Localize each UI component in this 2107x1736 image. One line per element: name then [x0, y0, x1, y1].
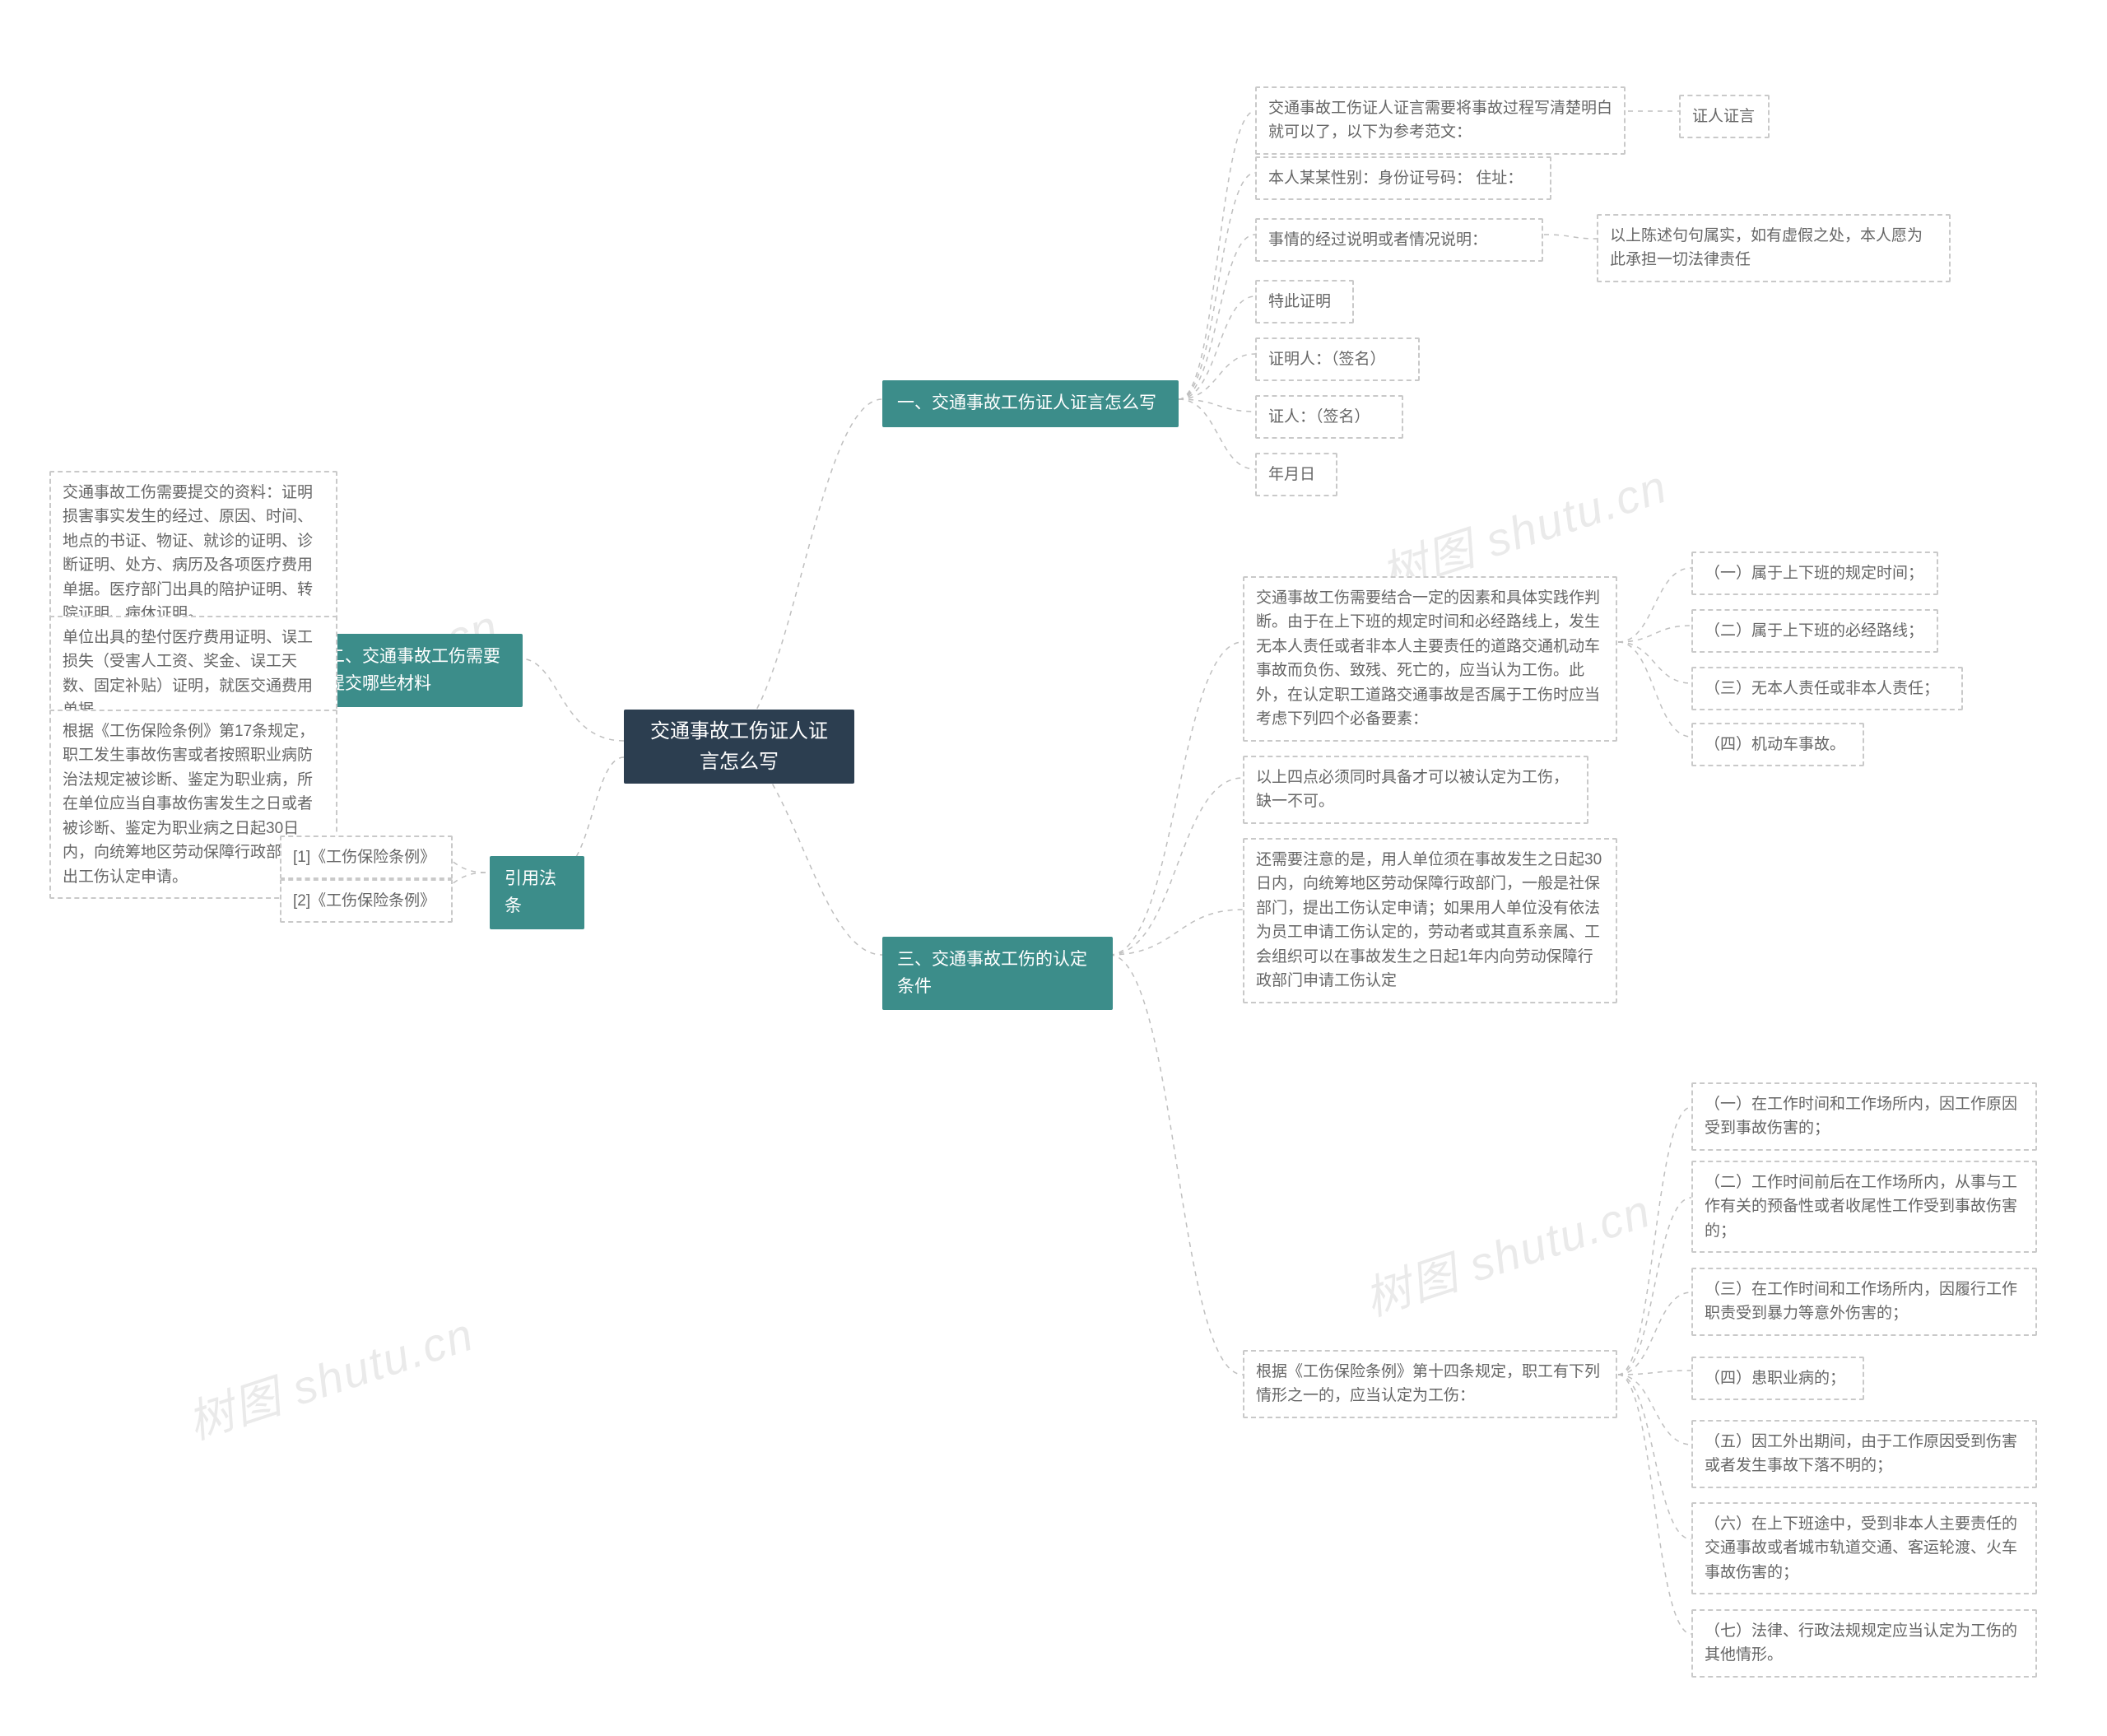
b3-l4-sub2-text: （二）工作时间前后在工作场所内，从事与工作有关的预备性或者收尾性工作受到事故伤害…: [1705, 1171, 2024, 1243]
b3-l4-sub5-text: （五）因工外出期间，由于工作原因受到伤害或者发生事故下落不明的；: [1705, 1430, 2024, 1478]
b3-l4-sub1[interactable]: （一）在工作时间和工作场所内，因工作原因受到事故伤害的；: [1691, 1082, 2037, 1151]
b3-l1-sub4-text: （四）机动车事故。: [1705, 733, 1845, 756]
b1-leaf-5[interactable]: 证明人：（签名）: [1255, 337, 1420, 381]
b3-leaf-1-text: 交通事故工伤需要结合一定的因素和具体实践作判断。由于在上下班的规定时间和必经路线…: [1256, 586, 1604, 732]
b3-l1-sub4[interactable]: （四）机动车事故。: [1691, 723, 1864, 766]
branch-1[interactable]: 一、交通事故工伤证人证言怎么写: [882, 380, 1179, 427]
b3-leaf-3-text: 还需要注意的是，用人单位须在事故发生之日起30日内，向统筹地区劳动保障行政部门，…: [1256, 848, 1604, 994]
b3-l4-sub3[interactable]: （三）在工作时间和工作场所内，因履行工作职责受到暴力等意外伤害的；: [1691, 1268, 2037, 1336]
b3-l1-sub1[interactable]: （一）属于上下班的规定时间；: [1691, 552, 1938, 595]
b3-l4-sub3-text: （三）在工作时间和工作场所内，因履行工作职责受到暴力等意外伤害的；: [1705, 1278, 2024, 1326]
b4-leaf-1-text: [1]《工伤保险条例》: [293, 845, 435, 869]
b1-leaf-3-sub[interactable]: 以上陈述句句属实，如有虚假之处，本人愿为此承担一切法律责任: [1597, 214, 1951, 282]
root-node[interactable]: 交通事故工伤证人证言怎么写: [624, 710, 854, 784]
watermark: 树图 shutu.cn: [178, 1297, 481, 1453]
b3-leaf-1[interactable]: 交通事故工伤需要结合一定的因素和具体实践作判断。由于在上下班的规定时间和必经路线…: [1243, 576, 1617, 742]
b3-l1-sub2-text: （二）属于上下班的必经路线；: [1705, 619, 1923, 643]
b2-leaf-1-text: 交通事故工伤需要提交的资料：证明损害事实发生的经过、原因、时间、地点的书证、物证…: [63, 481, 324, 626]
b1-leaf-3-text: 事情的经过说明或者情况说明：: [1268, 228, 1487, 252]
b3-leaf-4[interactable]: 根据《工伤保险条例》第十四条规定，职工有下列情形之一的，应当认定为工伤：: [1243, 1350, 1617, 1418]
b3-l4-sub6-text: （六）在上下班途中，受到非本人主要责任的交通事故或者城市轨道交通、客运轮渡、火车…: [1705, 1512, 2024, 1585]
b1-leaf-1[interactable]: 交通事故工伤证人证言需要将事故过程写清楚明白就可以了，以下为参考范文：: [1255, 86, 1626, 155]
b1-leaf-1-text: 交通事故工伤证人证言需要将事故过程写清楚明白就可以了，以下为参考范文：: [1268, 96, 1612, 145]
b3-l1-sub2[interactable]: （二）属于上下班的必经路线；: [1691, 609, 1938, 653]
b1-leaf-4[interactable]: 特此证明: [1255, 280, 1354, 323]
b1-leaf-7[interactable]: 年月日: [1255, 453, 1337, 496]
b2-leaf-1[interactable]: 交通事故工伤需要提交的资料：证明损害事实发生的经过、原因、时间、地点的书证、物证…: [49, 471, 337, 636]
b1-leaf-1-sub[interactable]: 证人证言: [1679, 95, 1770, 138]
b3-l4-sub7[interactable]: （七）法律、行政法规规定应当认定为工伤的其他情形。: [1691, 1609, 2037, 1678]
b3-leaf-4-text: 根据《工伤保险条例》第十四条规定，职工有下列情形之一的，应当认定为工伤：: [1256, 1360, 1604, 1408]
watermark: 树图 shutu.cn: [1355, 1174, 1658, 1329]
branch-1-title: 一、交通事故工伤证人证言怎么写: [897, 390, 1156, 417]
b3-l4-sub6[interactable]: （六）在上下班途中，受到非本人主要责任的交通事故或者城市轨道交通、客运轮渡、火车…: [1691, 1502, 2037, 1594]
b1-leaf-1-sub-text: 证人证言: [1692, 105, 1755, 128]
b4-leaf-2-text: [2]《工伤保险条例》: [293, 889, 435, 913]
b2-leaf-2-text: 单位出具的垫付医疗费用证明、误工损失（受害人工资、奖金、误工天数、固定补贴）证明…: [63, 626, 324, 723]
b1-leaf-2-text: 本人某某性别：身份证号码： 住址：: [1268, 166, 1523, 190]
b1-leaf-5-text: 证明人：（签名）: [1268, 347, 1386, 371]
b1-leaf-3-sub-text: 以上陈述句句属实，如有虚假之处，本人愿为此承担一切法律责任: [1610, 224, 1937, 272]
branch-4-title: 引用法条: [505, 866, 570, 919]
b3-leaf-3[interactable]: 还需要注意的是，用人单位须在事故发生之日起30日内，向统筹地区劳动保障行政部门，…: [1243, 838, 1617, 1003]
b3-l4-sub4[interactable]: （四）患职业病的；: [1691, 1357, 1864, 1400]
branch-4[interactable]: 引用法条: [490, 856, 584, 929]
b1-leaf-3[interactable]: 事情的经过说明或者情况说明：: [1255, 218, 1543, 262]
branch-3-title: 三、交通事故工伤的认定条件: [897, 947, 1098, 1000]
b3-l1-sub3[interactable]: （三）无本人责任或非本人责任；: [1691, 667, 1963, 710]
b3-l4-sub1-text: （一）在工作时间和工作场所内，因工作原因受到事故伤害的；: [1705, 1092, 2024, 1141]
b3-l4-sub7-text: （七）法律、行政法规规定应当认定为工伤的其他情形。: [1705, 1619, 2024, 1668]
b3-l4-sub2[interactable]: （二）工作时间前后在工作场所内，从事与工作有关的预备性或者收尾性工作受到事故伤害…: [1691, 1161, 2037, 1253]
b3-leaf-2-text: 以上四点必须同时具备才可以被认定为工伤，缺一不可。: [1256, 766, 1575, 814]
b1-leaf-4-text: 特此证明: [1268, 290, 1331, 314]
b1-leaf-6-text: 证人：（签名）: [1268, 405, 1370, 429]
b4-leaf-2[interactable]: [2]《工伤保险条例》: [280, 879, 453, 923]
b3-l4-sub4-text: （四）患职业病的；: [1705, 1366, 1845, 1390]
b1-leaf-6[interactable]: 证人：（签名）: [1255, 395, 1403, 439]
b3-leaf-2[interactable]: 以上四点必须同时具备才可以被认定为工伤，缺一不可。: [1243, 756, 1588, 824]
b3-l1-sub3-text: （三）无本人责任或非本人责任；: [1705, 677, 1939, 700]
mindmap-stage: 树图 shutu.cn 树图 shutu.cn 树图 shutu.cn 树图 s…: [0, 0, 2107, 1736]
b3-l1-sub1-text: （一）属于上下班的规定时间；: [1705, 561, 1923, 585]
branch-2-title: 二、交通事故工伤需要提交哪些材料: [328, 644, 508, 697]
b4-leaf-1[interactable]: [1]《工伤保险条例》: [280, 835, 453, 879]
branch-3[interactable]: 三、交通事故工伤的认定条件: [882, 937, 1113, 1010]
root-title: 交通事故工伤证人证言怎么写: [645, 716, 833, 777]
b1-leaf-2[interactable]: 本人某某性别：身份证号码： 住址：: [1255, 156, 1551, 200]
b3-l4-sub5[interactable]: （五）因工外出期间，由于工作原因受到伤害或者发生事故下落不明的；: [1691, 1420, 2037, 1488]
branch-2[interactable]: 二、交通事故工伤需要提交哪些材料: [313, 634, 523, 707]
b1-leaf-7-text: 年月日: [1268, 463, 1315, 486]
